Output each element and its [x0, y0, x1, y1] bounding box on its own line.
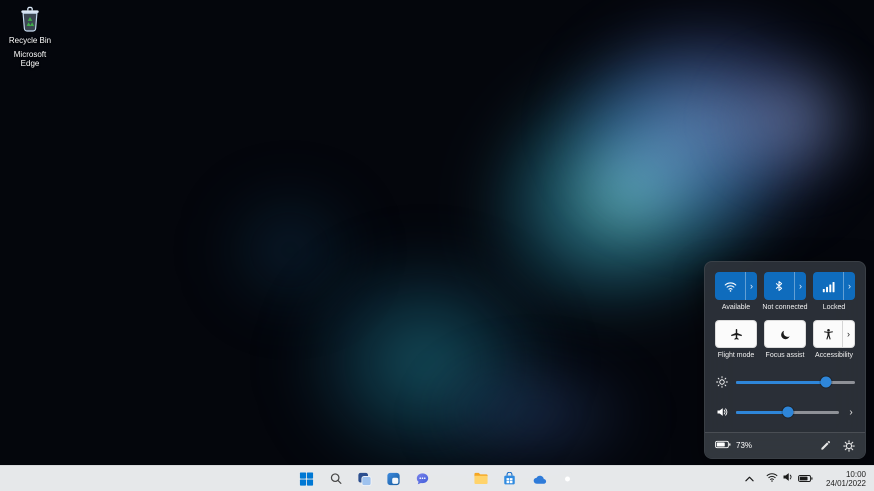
widgets-button[interactable]	[383, 468, 405, 490]
wifi-status-label: Available	[710, 303, 762, 312]
microsoft-store-button[interactable]	[499, 468, 521, 490]
store-icon	[503, 472, 517, 486]
task-view-icon	[358, 472, 372, 486]
chat-icon	[416, 472, 430, 486]
file-explorer-button[interactable]	[470, 468, 492, 490]
desktop-icon-recycle-bin[interactable]: Recycle Bin	[1, 6, 59, 45]
bluetooth-status-label: Not connected	[759, 303, 811, 312]
quick-setting-flight-mode: Flight mode	[715, 320, 757, 360]
flight-mode-icon	[716, 321, 756, 347]
chat-button[interactable]	[412, 468, 434, 490]
focus-assist-button[interactable]	[764, 320, 806, 348]
focus-assist-icon	[765, 321, 805, 347]
search-icon	[329, 472, 342, 485]
brightness-slider-fill	[736, 381, 826, 384]
taskbar-clock[interactable]: 10:00 24/01/2022	[823, 469, 869, 489]
onedrive-icon	[531, 473, 547, 485]
start-icon	[300, 472, 314, 486]
taskbar: 10:00 24/01/2022	[0, 465, 874, 491]
accessibility-button[interactable]: ›	[813, 320, 855, 348]
battery-icon	[715, 440, 731, 451]
battery-icon	[798, 470, 813, 488]
quick-setting-accessibility: › Accessibility	[813, 320, 855, 360]
brightness-icon	[715, 376, 728, 388]
brightness-slider-thumb[interactable]	[821, 377, 832, 388]
focus-assist-label: Focus assist	[759, 351, 811, 360]
edge-button[interactable]	[441, 468, 463, 490]
accessibility-icon	[814, 321, 842, 347]
chevron-right-icon[interactable]: ›	[843, 272, 855, 300]
desktop-icon-label: Microsoft Edge	[6, 50, 54, 68]
chevron-right-icon[interactable]: ›	[794, 272, 806, 300]
volume-slider-fill	[736, 411, 788, 414]
volume-slider-thumb[interactable]	[782, 407, 793, 418]
accessibility-label: Accessibility	[808, 351, 860, 360]
chevron-right-icon[interactable]: ›	[745, 272, 757, 300]
file-explorer-icon	[473, 471, 488, 486]
clock-date: 24/01/2022	[826, 479, 866, 488]
wifi-icon	[766, 470, 778, 488]
taskbar-center	[296, 466, 579, 491]
task-view-button[interactable]	[354, 468, 376, 490]
volume-slider[interactable]	[736, 411, 839, 414]
wifi-icon	[715, 272, 745, 300]
quick-settings-grid: › Available › Not connected	[715, 272, 855, 368]
chevron-right-icon[interactable]: ›	[847, 407, 855, 418]
volume-row: ›	[715, 402, 855, 422]
onedrive-button[interactable]	[528, 468, 550, 490]
brightness-slider[interactable]	[736, 381, 855, 384]
taskbar-tray: 10:00 24/01/2022	[743, 466, 869, 491]
volume-icon	[782, 470, 794, 488]
quick-settings-actions	[820, 440, 855, 452]
bluetooth-icon	[764, 272, 794, 300]
chevron-up-icon[interactable]	[743, 474, 756, 484]
cellular-button[interactable]: ›	[813, 272, 855, 300]
search-button[interactable]	[325, 468, 347, 490]
photos-button[interactable]	[557, 468, 579, 490]
desktop-icon-label: Recycle Bin	[9, 36, 51, 45]
battery-percent-label: 73%	[736, 441, 752, 450]
bluetooth-button[interactable]: ›	[764, 272, 806, 300]
tray-status-group[interactable]	[763, 468, 816, 490]
cellular-status-label: Locked	[808, 303, 860, 312]
settings-icon[interactable]	[843, 440, 855, 452]
battery-status[interactable]: 73%	[715, 440, 752, 451]
start-button[interactable]	[296, 468, 318, 490]
quick-settings-footer: 73%	[705, 432, 865, 458]
quick-setting-wifi: › Available	[715, 272, 757, 312]
desktop-icon-microsoft-edge[interactable]: Microsoft Edge	[1, 48, 59, 68]
recycle-bin-icon	[18, 6, 42, 34]
volume-icon	[715, 406, 728, 418]
brightness-row	[715, 372, 855, 392]
chevron-right-icon[interactable]: ›	[842, 321, 854, 347]
wifi-button[interactable]: ›	[715, 272, 757, 300]
flight-mode-label: Flight mode	[710, 351, 762, 360]
quick-settings-panel: › Available › Not connected	[704, 261, 866, 459]
quick-setting-focus-assist: Focus assist	[764, 320, 806, 360]
widgets-icon	[387, 472, 401, 486]
flight-mode-button[interactable]	[715, 320, 757, 348]
quick-setting-bluetooth: › Not connected	[764, 272, 806, 312]
edit-icon[interactable]	[820, 440, 831, 451]
quick-setting-cellular: › Locked	[813, 272, 855, 312]
cellular-icon	[813, 272, 843, 300]
clock-time: 10:00	[846, 470, 866, 479]
